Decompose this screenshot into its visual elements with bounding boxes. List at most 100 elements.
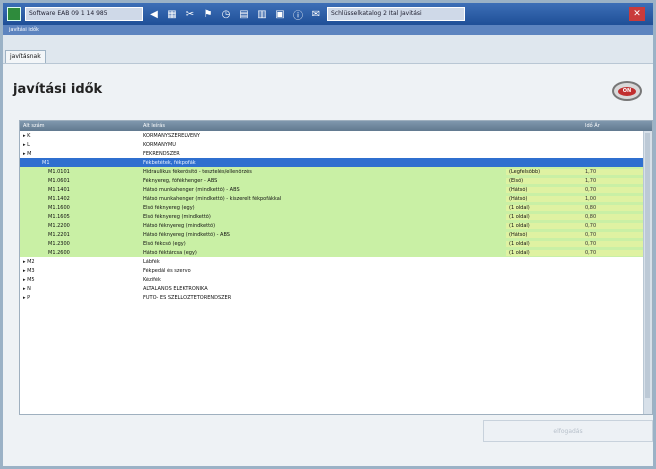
extra-cell: (Első) bbox=[506, 177, 582, 184]
document-icon[interactable]: ▦ bbox=[165, 7, 179, 21]
table-row[interactable]: M1.0601 Féknyereg, főfékhenger - ABS (Első… bbox=[20, 176, 652, 185]
description-cell: Hátsó munkahenger (mindkettő) - ABS bbox=[143, 186, 240, 193]
extra-cell: (1 oldal) bbox=[506, 249, 582, 256]
header-time: Idő Ár bbox=[585, 123, 600, 129]
description-cell: Fékpedál és szervo bbox=[143, 267, 191, 274]
description-cell: Fékbetétek, fékpofák bbox=[143, 159, 196, 166]
description-cell: Hátsó féktárcsa (egy) bbox=[143, 249, 197, 256]
tab-main[interactable]: javításnak bbox=[5, 50, 46, 63]
brand-logo-text: ON bbox=[618, 86, 636, 96]
time-cell: 1,70 bbox=[582, 177, 652, 184]
extra-cell: (1 oldal) bbox=[506, 213, 582, 220]
table-row[interactable]: ▸ M5 Kézifék bbox=[20, 275, 652, 284]
table-row[interactable]: M1.2200 Hátsó féknyereg (mindkettő) (1 old… bbox=[20, 221, 652, 230]
code-cell: ▸ M2 bbox=[23, 258, 35, 265]
description-cell: Hidraulikus fékerősítő - tesztelés/ellen… bbox=[143, 168, 252, 175]
breadcrumb: javítási idők bbox=[9, 27, 39, 33]
table-row[interactable]: M1.1605 Első féknyereg (mindkettő) (1 olda… bbox=[20, 212, 652, 221]
app-logo-icon bbox=[7, 7, 21, 21]
cart-icon[interactable]: ▤ bbox=[237, 7, 251, 21]
description-cell: Hátsó féknyereg (mindkettő) bbox=[143, 222, 216, 229]
code-cell: M1.1402 bbox=[48, 195, 70, 202]
table-row[interactable]: ▸ L KORMÁNYMŰ bbox=[20, 140, 652, 149]
table-row[interactable]: ▸ M2 Lábfék bbox=[20, 257, 652, 266]
code-cell: ▸ L bbox=[23, 141, 30, 148]
mail-icon[interactable]: ✉ bbox=[309, 7, 323, 21]
code-cell: M1.2600 bbox=[48, 249, 70, 256]
extra-cell: (1 oldal) bbox=[506, 222, 582, 229]
vehicle-field[interactable]: Software EAB 09 1 14 985 bbox=[25, 7, 143, 21]
time-cell: 0,70 bbox=[582, 231, 652, 238]
description-cell: KORMÁNYMŰ bbox=[143, 141, 176, 148]
printer-icon[interactable]: ▥ bbox=[255, 7, 269, 21]
code-cell: M1 bbox=[42, 159, 50, 166]
table-row[interactable]: M1.1401 Hátsó munkahenger (mindkettő) - A… bbox=[20, 185, 652, 194]
extra-cell: (Legfelsőbb) bbox=[506, 168, 582, 175]
description-cell: Kézifék bbox=[143, 276, 161, 283]
description-cell: KORMÁNYSZERELVÉNY bbox=[143, 132, 200, 139]
flag-icon[interactable]: ⚑ bbox=[201, 7, 215, 21]
description-cell: Lábfék bbox=[143, 258, 160, 265]
folder-icon[interactable]: ▣ bbox=[273, 7, 287, 21]
time-cell: 0,70 bbox=[582, 249, 652, 256]
table-row[interactable]: M1.0101 Hidraulikus fékerősítő - tesztelé… bbox=[20, 167, 652, 176]
code-cell: M1.2200 bbox=[48, 222, 70, 229]
page-title: javítási idők bbox=[13, 82, 103, 97]
code-cell: M1.1401 bbox=[48, 186, 70, 193]
scissors-icon[interactable]: ✂ bbox=[183, 7, 197, 21]
description-cell: Féknyereg, főfékhenger - ABS bbox=[143, 177, 218, 184]
table-row[interactable]: M1.2201 Hátsó féknyereg (mindkettő) - ABS… bbox=[20, 230, 652, 239]
table-row[interactable]: ▸ P FŰTŐ- ÉS SZELLŐZTETŐRENDSZER bbox=[20, 293, 652, 302]
scrollbar-thumb[interactable] bbox=[645, 133, 650, 398]
table-header: Alt szám Alt leírás Idő Ár bbox=[20, 121, 652, 131]
table-row[interactable]: ▸ M3 Fékpedál és szervo bbox=[20, 266, 652, 275]
description-cell: ÁLTALÁNOS ELEKTRONIKA bbox=[143, 285, 208, 292]
extra-cell: (1 oldal) bbox=[506, 240, 582, 247]
table-row[interactable]: M1.1600 Első féknyereg (egy) (1 oldal) 0,80 bbox=[20, 203, 652, 212]
path-field[interactable]: Schlüsselkatalog 2 Ital Javitási bbox=[327, 7, 465, 21]
table-row[interactable]: M1.2600 Hátsó féktárcsa (egy) (1 oldal) 0,7… bbox=[20, 248, 652, 257]
table-row-selected[interactable]: M1 Fékbetétek, fékpofák bbox=[20, 158, 652, 167]
top-toolbar: Software EAB 09 1 14 985 ◀ ▦ ✂ ⚑ ◷ ▤ ▥ ▣… bbox=[3, 3, 653, 25]
time-cell: 0,70 bbox=[582, 186, 652, 193]
table-row[interactable]: M1.2300 Első fékcső (egy) (1 oldal) 0,70 bbox=[20, 239, 652, 248]
code-cell: M1.2201 bbox=[48, 231, 70, 238]
close-button[interactable]: ✕ bbox=[629, 7, 645, 21]
code-cell: M1.2300 bbox=[48, 240, 70, 247]
description-cell: Hátsó munkahenger (mindkettő) - kiszerel… bbox=[143, 195, 282, 202]
code-cell: M1.0601 bbox=[48, 177, 70, 184]
code-cell: M1.1600 bbox=[48, 204, 70, 211]
code-cell: ▸ P bbox=[23, 294, 31, 301]
code-cell: M1.0101 bbox=[48, 168, 70, 175]
accept-button[interactable]: elfogadás bbox=[483, 420, 653, 442]
description-cell: FŰTŐ- ÉS SZELLŐZTETŐRENDSZER bbox=[143, 294, 232, 301]
table-row[interactable]: ▸ M FÉKRENDSZER bbox=[20, 149, 652, 158]
description-cell: Első fékcső (egy) bbox=[143, 240, 186, 247]
time-cell: 1,00 bbox=[582, 195, 652, 202]
info-icon[interactable]: ⓘ bbox=[291, 7, 305, 22]
brand-logo: ON bbox=[612, 81, 642, 101]
table-row[interactable]: ▸ K KORMÁNYSZERELVÉNY bbox=[20, 131, 652, 140]
repair-times-table: Alt szám Alt leírás Idő Ár ▸ K KORMÁNYSZE… bbox=[19, 120, 653, 415]
header-extra bbox=[506, 121, 582, 131]
code-cell: ▸ M5 bbox=[23, 276, 35, 283]
arrow-left-icon[interactable]: ◀ bbox=[147, 7, 161, 21]
time-cell: 0,70 bbox=[582, 222, 652, 229]
vertical-scrollbar[interactable] bbox=[643, 131, 652, 414]
code-cell: M1.1605 bbox=[48, 213, 70, 220]
description-cell: Első féknyereg (egy) bbox=[143, 204, 195, 211]
table-row[interactable]: ▸ N ÁLTALÁNOS ELEKTRONIKA bbox=[20, 284, 652, 293]
time-cell: 0,70 bbox=[582, 240, 652, 247]
time-cell: 1,70 bbox=[582, 168, 652, 175]
table-row[interactable]: M1.1402 Hátsó munkahenger (mindkettő) - k… bbox=[20, 194, 652, 203]
clock-icon[interactable]: ◷ bbox=[219, 7, 233, 21]
code-cell: ▸ K bbox=[23, 132, 31, 139]
extra-cell: (Hátsó) bbox=[506, 231, 582, 238]
description-cell: Első féknyereg (mindkettő) bbox=[143, 213, 211, 220]
extra-cell: (Hátsó) bbox=[506, 186, 582, 193]
tab-strip: javításnak bbox=[3, 35, 653, 64]
breadcrumb-bar: javítási idők bbox=[3, 25, 653, 35]
description-cell: Hátsó féknyereg (mindkettő) - ABS bbox=[143, 231, 230, 238]
time-cell: 0,80 bbox=[582, 213, 652, 220]
table-body: ▸ K KORMÁNYSZERELVÉNY ▸ L KORMÁNYMŰ ▸ M FÉKRE… bbox=[20, 131, 652, 302]
